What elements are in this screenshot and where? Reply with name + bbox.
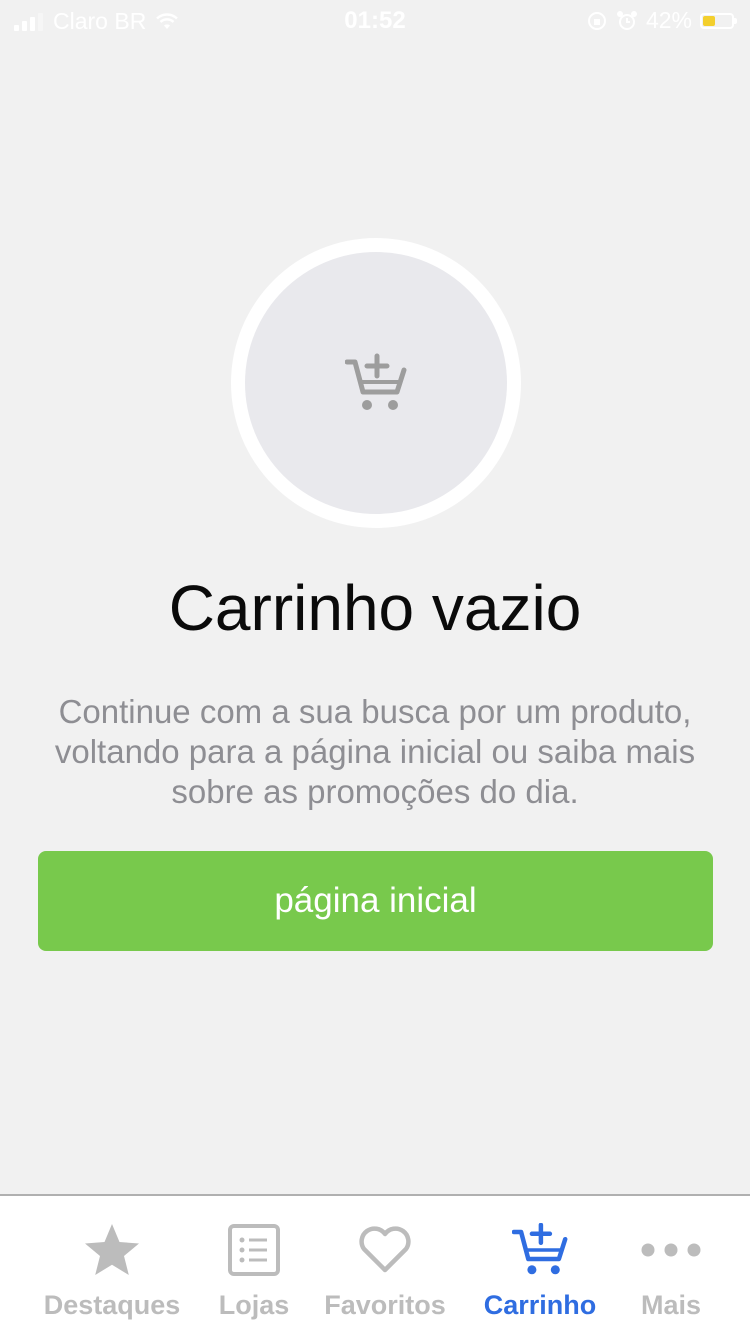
star-icon — [85, 1224, 139, 1275]
tab-label-mais: Mais — [640, 1290, 702, 1320]
status-bar: Claro BR 01:52 42% — [0, 0, 750, 40]
battery-tip — [734, 17, 737, 24]
tab-label-favoritos: Favoritos — [324, 1290, 446, 1320]
empty-cart-title: Carrinho vazio — [168, 572, 582, 644]
more-dots-icon — [641, 1243, 701, 1257]
battery-icon — [700, 12, 737, 29]
tab-label-destaques: Destaques — [43, 1290, 181, 1320]
empty-cart-description: Continue com a sua busca por um produto,… — [54, 693, 696, 810]
tab-bar: Destaques Lojas Favoritos Carrinho Mais — [0, 1194, 750, 1334]
tab-destaques[interactable]: Destaques — [36, 1196, 188, 1334]
cart-plus-icon — [512, 1223, 568, 1275]
alarm-icon — [616, 10, 637, 30]
tab-favoritos[interactable]: Favoritos — [318, 1196, 452, 1334]
tab-label-lojas: Lojas — [218, 1290, 290, 1320]
home-page-button[interactable]: página inicial — [38, 851, 713, 951]
cart-screen: Claro BR 01:52 42% Carrinho vazio Contin… — [0, 0, 750, 1334]
battery-percent: 42% — [645, 7, 692, 33]
list-icon — [228, 1224, 280, 1276]
tab-mais[interactable]: Mais — [628, 1196, 714, 1334]
battery-fill — [703, 15, 715, 26]
empty-cart-circle — [245, 252, 507, 514]
tab-carrinho[interactable]: Carrinho — [474, 1196, 606, 1334]
cart-plus-icon — [345, 353, 407, 410]
heart-icon — [359, 1226, 411, 1273]
tab-lojas[interactable]: Lojas — [210, 1196, 298, 1334]
empty-cart-illustration — [231, 238, 521, 528]
orientation-lock-icon — [587, 11, 606, 30]
tab-label-carrinho: Carrinho — [483, 1290, 597, 1320]
status-right: 42% — [586, 7, 737, 34]
